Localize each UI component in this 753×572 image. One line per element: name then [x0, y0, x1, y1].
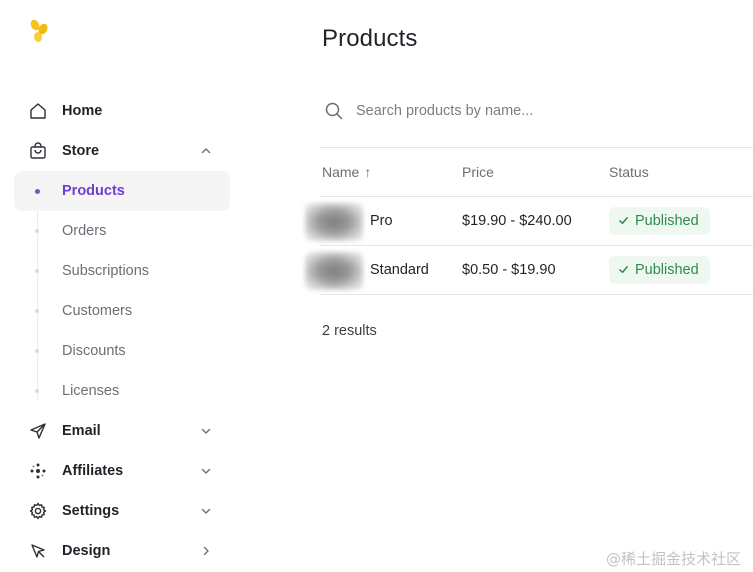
sidebar-item-label: Settings [62, 503, 120, 519]
sidebar-item-email[interactable]: Email [14, 411, 230, 451]
check-icon [619, 217, 628, 224]
gear-icon [28, 501, 48, 521]
sidebar-item-label: Email [62, 423, 101, 439]
sidebar-item-store[interactable]: Store [14, 131, 230, 171]
cursor-icon [28, 541, 48, 561]
chevron-down-icon[interactable] [199, 504, 213, 518]
product-price: $19.90 - $240.00 [462, 213, 572, 229]
sidebar-subitem-label: Subscriptions [62, 263, 150, 279]
column-header-label: Name [322, 164, 360, 180]
bullet-dot [35, 269, 39, 273]
column-header-name[interactable]: Name ↑ [322, 164, 371, 180]
product-thumbnail [305, 252, 363, 290]
bullet-dot [35, 229, 39, 233]
chevron-right-icon[interactable] [199, 544, 213, 558]
check-icon [619, 266, 628, 273]
sidebar-item-settings[interactable]: Settings [14, 491, 230, 531]
bullet-dot [35, 349, 39, 353]
bag-icon [28, 141, 48, 161]
column-header-status: Status [609, 164, 649, 180]
divider [320, 147, 753, 148]
status-badge: Published [609, 207, 710, 235]
status-badge-label: Published [635, 213, 699, 229]
sidebar-item-design[interactable]: Design [14, 531, 230, 571]
sidebar-item-label: Affiliates [62, 463, 124, 479]
column-header-price: Price [462, 164, 494, 180]
active-dot [35, 188, 40, 194]
sidebar-subitem-label: Customers [62, 303, 133, 319]
bullet-dot [35, 309, 39, 313]
sidebar-item-label: Store [62, 143, 100, 159]
bullet-dot [35, 389, 39, 393]
sidebar-item-home[interactable]: Home [14, 91, 230, 131]
sidebar-subitem-products[interactable]: Products [14, 171, 230, 211]
sidebar-item-affiliates[interactable]: Affiliates [14, 451, 230, 491]
home-icon [28, 101, 48, 121]
sidebar-item-label: Home [62, 103, 103, 119]
search-input[interactable] [356, 98, 736, 124]
page-title: Products [322, 25, 418, 52]
brand-logo [30, 19, 48, 42]
sort-arrow-up-icon: ↑ [364, 164, 372, 180]
product-name[interactable]: Standard [370, 262, 429, 278]
sidebar-item-label: Design [62, 543, 111, 559]
sidebar-subitem-licenses[interactable]: Licenses [14, 371, 230, 411]
divider [320, 196, 753, 197]
product-thumbnail [305, 203, 363, 241]
status-badge: Published [609, 256, 710, 284]
watermark: @稀土掘金技术社区 [606, 550, 742, 568]
sidebar-subitem-orders[interactable]: Orders [14, 211, 230, 251]
divider [320, 294, 753, 295]
chevron-down-icon[interactable] [199, 424, 213, 438]
sidebar-subitem-subscriptions[interactable]: Subscriptions [14, 251, 230, 291]
sidebar-subitem-label: Orders [62, 223, 107, 239]
product-name[interactable]: Pro [370, 213, 393, 229]
status-badge-label: Published [635, 262, 699, 278]
sidebar-subitem-label: Licenses [62, 383, 120, 399]
sidebar-subitem-customers[interactable]: Customers [14, 291, 230, 331]
chevron-up-icon[interactable] [199, 144, 213, 158]
send-icon [28, 421, 48, 441]
divider [320, 245, 753, 246]
sidebar-subitem-label: Products [62, 183, 125, 199]
sidebar-subitem-label: Discounts [62, 343, 126, 359]
chevron-down-icon[interactable] [199, 464, 213, 478]
product-price: $0.50 - $19.90 [462, 262, 556, 278]
affiliates-icon [28, 461, 48, 481]
sidebar-subitem-discounts[interactable]: Discounts [14, 331, 230, 371]
search-icon [325, 102, 343, 120]
results-count: 2 results [322, 323, 377, 339]
